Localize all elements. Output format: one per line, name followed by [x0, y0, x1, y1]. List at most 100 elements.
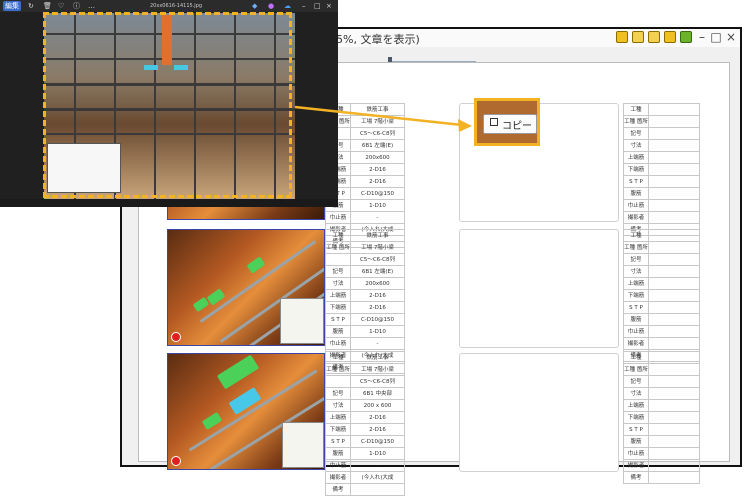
- record-photo-2[interactable]: [167, 229, 325, 346]
- row-value[interactable]: [648, 351, 700, 364]
- row-value[interactable]: [648, 313, 700, 326]
- row-value[interactable]: [648, 187, 700, 200]
- row-value[interactable]: 工場 7階小梁: [350, 363, 405, 376]
- layout-icon[interactable]: [648, 31, 660, 43]
- row-value[interactable]: 1-D10: [350, 199, 405, 212]
- row-value[interactable]: [648, 399, 700, 412]
- row-value[interactable]: 工場 7階小梁: [350, 241, 405, 254]
- close-button[interactable]: ×: [725, 30, 737, 44]
- row-value[interactable]: C5〜C6-C8列: [350, 253, 405, 266]
- delete-icon[interactable]: 🗑: [43, 1, 52, 11]
- row-label: S T P: [623, 301, 649, 314]
- row-value[interactable]: [350, 483, 405, 496]
- row-value[interactable]: [648, 337, 700, 350]
- row-label: 工種 箇所: [623, 115, 649, 128]
- row-value[interactable]: [648, 265, 700, 278]
- table-row: 寸法: [623, 265, 700, 278]
- table-row: 記号: [623, 375, 700, 388]
- row-value[interactable]: [648, 163, 700, 176]
- row-value[interactable]: [648, 199, 700, 212]
- row-value[interactable]: -: [350, 211, 405, 224]
- row-value[interactable]: [648, 277, 700, 290]
- rotate-icon[interactable]: ↻: [28, 1, 34, 11]
- row-value[interactable]: [648, 151, 700, 164]
- row-value[interactable]: [648, 175, 700, 188]
- row-value[interactable]: [648, 301, 700, 314]
- row-value[interactable]: C-D10@150: [350, 313, 405, 326]
- row-value[interactable]: [648, 229, 700, 242]
- row-value[interactable]: 6B1 左端(E): [350, 265, 405, 278]
- row-value[interactable]: [648, 435, 700, 448]
- selection-frame: [43, 12, 292, 198]
- viewer-minimize-button[interactable]: –: [302, 1, 306, 11]
- column-icon[interactable]: [664, 31, 676, 43]
- row-value[interactable]: [648, 471, 700, 484]
- row-value[interactable]: [648, 375, 700, 388]
- viewer-close-button[interactable]: ×: [326, 1, 332, 11]
- row-value[interactable]: [648, 459, 700, 472]
- share-icon[interactable]: ◆: [252, 1, 257, 11]
- more-icon[interactable]: …: [88, 1, 95, 11]
- row-value[interactable]: [648, 447, 700, 460]
- row-value[interactable]: [648, 253, 700, 266]
- favorite-icon[interactable]: ♡: [58, 1, 64, 11]
- empty-photo-slot-2[interactable]: [459, 229, 619, 348]
- row-value[interactable]: 200x600: [350, 151, 405, 164]
- table-row: 工種 箇所 工場 7階小梁: [325, 241, 405, 254]
- row-value[interactable]: C5〜C6-C8列: [350, 375, 405, 388]
- row-value[interactable]: 200x600: [350, 277, 405, 290]
- row-value[interactable]: [648, 387, 700, 400]
- row-value[interactable]: 2-D16: [350, 423, 405, 436]
- row-value[interactable]: 2-D16: [350, 411, 405, 424]
- row-value[interactable]: C-D10@150: [350, 435, 405, 448]
- row-value[interactable]: [648, 211, 700, 224]
- grid-icon[interactable]: [616, 31, 628, 43]
- row-value[interactable]: -: [350, 459, 405, 472]
- row-value[interactable]: [648, 363, 700, 376]
- info-icon[interactable]: ⓘ: [73, 1, 80, 11]
- row-value[interactable]: -: [350, 337, 405, 350]
- table-row: C5〜C6-C8列: [325, 253, 405, 266]
- row-value[interactable]: 6B1 中央部: [350, 387, 405, 400]
- row-label: 巾止筋: [623, 199, 649, 212]
- printer-icon[interactable]: [632, 31, 644, 43]
- row-value[interactable]: 1-D10: [350, 447, 405, 460]
- row-value[interactable]: [648, 423, 700, 436]
- table-row: 寸法: [623, 139, 700, 152]
- row-value[interactable]: C5〜C6-C8列: [350, 127, 405, 140]
- minimize-button[interactable]: –: [696, 30, 708, 44]
- settings-icon[interactable]: [680, 31, 692, 43]
- row-value[interactable]: 工場 7階小梁: [350, 115, 405, 128]
- table-row: 腹筋1-D10: [325, 447, 405, 460]
- row-value[interactable]: [648, 241, 700, 254]
- row-label: 撮影者: [623, 211, 649, 224]
- row-value[interactable]: C-D10@150: [350, 187, 405, 200]
- empty-table-1: 工種 工種 箇所 記号 寸法 上端筋 下端筋 S T P 腹筋 巾止筋 撮影者 備考: [623, 103, 700, 236]
- row-value[interactable]: 2-D16: [350, 163, 405, 176]
- row-value[interactable]: 2-D16: [350, 289, 405, 302]
- record-photo-3[interactable]: [167, 353, 325, 470]
- row-value[interactable]: [648, 325, 700, 338]
- row-value[interactable]: 鉄筋工事: [350, 229, 405, 242]
- row-label: S T P: [325, 313, 351, 326]
- maximize-button[interactable]: □: [710, 30, 722, 44]
- cloud-icon[interactable]: ☁: [284, 1, 291, 11]
- row-value[interactable]: [648, 411, 700, 424]
- row-value[interactable]: 1-D10: [350, 325, 405, 338]
- row-value[interactable]: 2-D16: [350, 301, 405, 314]
- row-value[interactable]: [648, 289, 700, 302]
- edit-button[interactable]: 編集: [3, 1, 21, 11]
- row-value[interactable]: [648, 115, 700, 128]
- row-value[interactable]: 鉄筋工事: [350, 351, 405, 364]
- row-value[interactable]: [648, 103, 700, 116]
- app-icon[interactable]: ●: [268, 1, 274, 11]
- row-value[interactable]: [648, 139, 700, 152]
- viewer-maximize-button[interactable]: □: [314, 1, 321, 11]
- row-value[interactable]: 鉄筋工事: [350, 103, 405, 116]
- row-value[interactable]: 6B1 左端(E): [350, 139, 405, 152]
- row-value[interactable]: (今入れ)大成: [350, 471, 405, 484]
- empty-photo-slot-3[interactable]: [459, 353, 619, 472]
- row-value[interactable]: 200 x 600: [350, 399, 405, 412]
- row-value[interactable]: 2-D16: [350, 175, 405, 188]
- row-value[interactable]: [648, 127, 700, 140]
